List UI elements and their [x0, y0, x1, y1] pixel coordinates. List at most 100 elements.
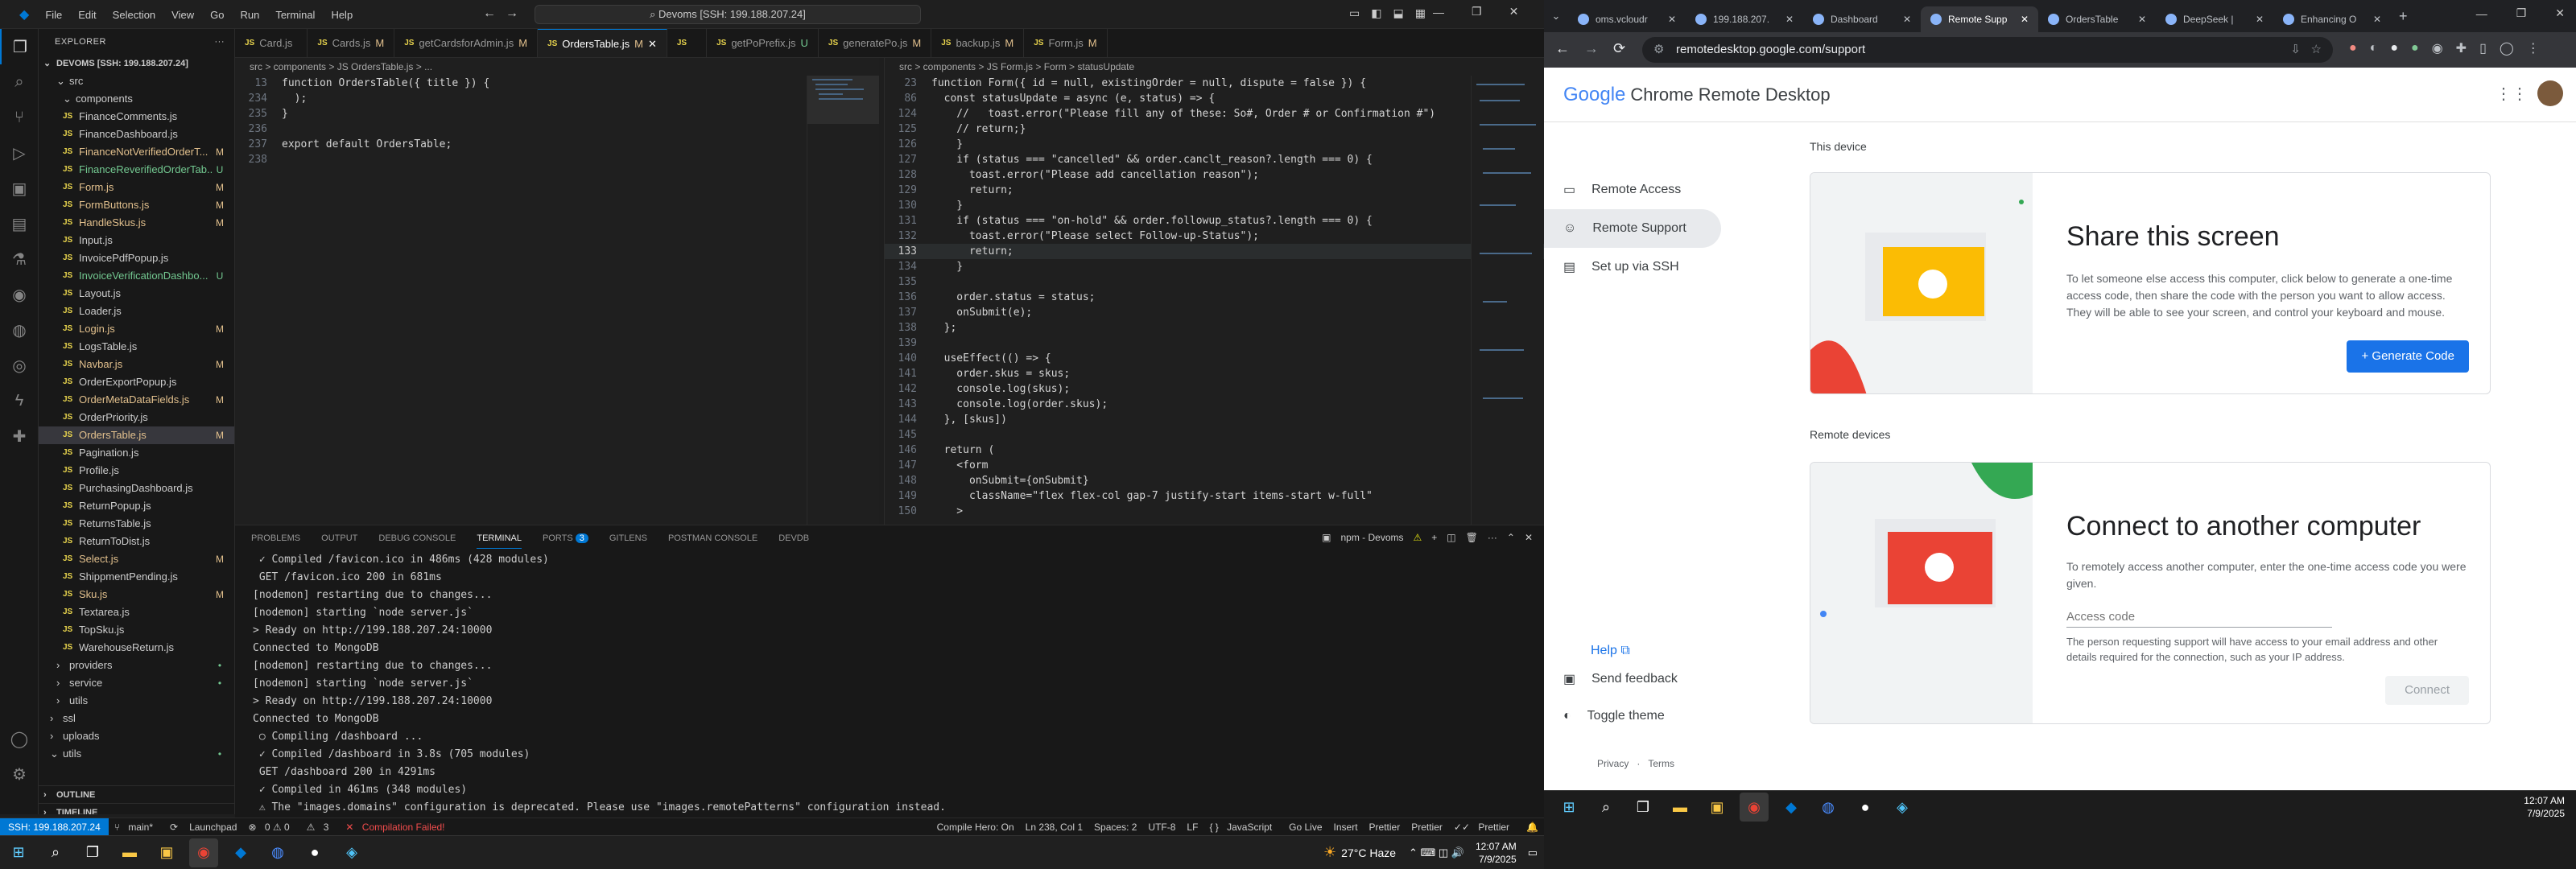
compilation-status[interactable]: ✕ Compilation Failed!: [340, 822, 456, 833]
tray-icons[interactable]: ⌃ ⌨ ◫ 🔊: [1409, 846, 1464, 859]
puzzle-icon[interactable]: ✚: [0, 418, 39, 454]
extension-icon[interactable]: ◉: [2432, 40, 2443, 56]
task-view-icon[interactable]: ❐: [1629, 793, 1657, 822]
search-icon[interactable]: ⌕: [0, 64, 39, 100]
close-tab-icon[interactable]: ✕: [648, 30, 657, 58]
clock-right[interactable]: 12:07 AM 7/9/2025: [2524, 794, 2565, 820]
file-item[interactable]: JS OrdersTable.js M: [39, 426, 234, 444]
menu-view[interactable]: View: [163, 9, 202, 21]
sync-icon[interactable]: ⟳: [164, 822, 184, 833]
breadcrumb[interactable]: src > components > JS Form.js > Form > s…: [885, 58, 1544, 76]
editor-tab[interactable]: JS getPoPrefix.js U: [707, 29, 819, 57]
file-item[interactable]: JS ReturnPopup.js: [39, 497, 234, 515]
close-tab-icon[interactable]: ✕: [1785, 14, 1794, 25]
avatar[interactable]: [2537, 80, 2563, 106]
editor-tab[interactable]: JS Cards.js M: [308, 29, 395, 57]
browser-tab[interactable]: Remote Supp ✕: [1921, 6, 2038, 32]
file-item[interactable]: JS FormButtons.js M: [39, 196, 234, 214]
bell-icon[interactable]: 🔔: [1521, 822, 1544, 833]
nav-setup-ssh[interactable]: ▤ Set up via SSH: [1544, 248, 1721, 286]
folder-item[interactable]: ⌄ src: [39, 72, 234, 90]
file-item[interactable]: JS WarehouseReturn.js: [39, 639, 234, 657]
browser-tab[interactable]: OrdersTable ✕: [2038, 6, 2156, 32]
editor-tab[interactable]: JS OrdersTable.js M ✕: [538, 29, 667, 58]
file-item[interactable]: JS Sku.js M: [39, 586, 234, 603]
editor-tab[interactable]: JS: [667, 29, 708, 57]
profile-icon[interactable]: ◯: [2500, 40, 2514, 56]
nav-remote-support[interactable]: ☺ Remote Support: [1544, 209, 1721, 248]
tab-ports[interactable]: PORTS 3: [543, 533, 588, 543]
folder-item[interactable]: › service •: [39, 674, 234, 692]
close-icon[interactable]: ✕: [2555, 6, 2565, 20]
branch-indicator[interactable]: ⑂ main*: [109, 822, 164, 833]
file-item[interactable]: JS TopSku.js: [39, 621, 234, 639]
prettier-status[interactable]: ✓✓ Prettier: [1448, 822, 1521, 833]
browser-tab[interactable]: DeepSeek | ✕: [2156, 6, 2273, 32]
file-item[interactable]: JS ReturnsTable.js: [39, 515, 234, 533]
privacy-link[interactable]: Privacy: [1597, 758, 1629, 769]
file-item[interactable]: JS Select.js M: [39, 550, 234, 568]
back-icon[interactable]: ←: [1555, 40, 1570, 57]
file-explorer-icon[interactable]: ▬: [1666, 793, 1695, 822]
file-item[interactable]: JS ReturnToDist.js: [39, 533, 234, 550]
problems-indicator[interactable]: ⚠ 3: [301, 822, 341, 833]
file-item[interactable]: JS FinanceDashboard.js: [39, 126, 234, 143]
close-icon[interactable]: ✕: [1509, 5, 1519, 19]
tab-output[interactable]: OUTPUT: [321, 533, 357, 543]
tab-problems[interactable]: PROBLEMS: [251, 533, 300, 543]
remote-explorer-icon[interactable]: ▤: [0, 206, 39, 241]
prettier-status[interactable]: Prettier: [1364, 822, 1406, 833]
forward-arrow-icon[interactable]: →: [506, 6, 518, 21]
folder-item[interactable]: › utils: [39, 692, 234, 710]
close-tab-icon[interactable]: ✕: [2138, 14, 2146, 25]
menu-file[interactable]: File: [37, 9, 70, 21]
outline-section[interactable]: › OUTLINE: [39, 785, 234, 803]
app-icon[interactable]: ●: [300, 838, 329, 867]
task-view-icon[interactable]: ❐: [78, 838, 107, 867]
menu-go[interactable]: Go: [202, 9, 232, 21]
editor-tab[interactable]: JS backup.js M: [931, 29, 1025, 57]
browser-tab[interactable]: Enhancing O ✕: [2273, 6, 2391, 32]
connect-button[interactable]: Connect: [2385, 676, 2469, 705]
app-icon[interactable]: ◈: [1888, 793, 1917, 822]
maximize-icon[interactable]: ❐: [1472, 5, 1482, 19]
apps-grid-icon[interactable]: ⋮⋮: [2496, 84, 2528, 104]
timeline-section[interactable]: › TIMELINE: [39, 803, 234, 814]
account-icon[interactable]: ◯: [0, 721, 39, 756]
tab-search-icon[interactable]: ⌄: [1544, 10, 1568, 23]
app-icon[interactable]: ◈: [337, 838, 366, 867]
file-item[interactable]: JS Form.js M: [39, 179, 234, 196]
file-item[interactable]: JS Input.js: [39, 232, 234, 249]
file-item[interactable]: JS HandleSkus.js M: [39, 214, 234, 232]
browser-tab[interactable]: Dashboard ✕: [1803, 6, 1921, 32]
google-logo[interactable]: Google: [1563, 84, 1625, 106]
menu-help[interactable]: Help: [323, 9, 361, 21]
file-item[interactable]: JS Textarea.js: [39, 603, 234, 621]
file-item[interactable]: JS Pagination.js: [39, 444, 234, 462]
file-item[interactable]: JS OrderPriority.js: [39, 409, 234, 426]
menu-terminal[interactable]: Terminal: [267, 9, 323, 21]
bookmark-star-icon[interactable]: ☆: [2311, 37, 2322, 63]
cursor-position[interactable]: Ln 238, Col 1: [1020, 822, 1088, 833]
folder-item[interactable]: ⌄ components: [39, 90, 234, 108]
editor-tab[interactable]: JS getCardsforAdmin.js M: [394, 29, 539, 57]
file-item[interactable]: JS InvoicePdfPopup.js: [39, 249, 234, 267]
maximize-panel-icon[interactable]: ⌃: [1507, 532, 1515, 543]
new-terminal-icon[interactable]: +: [1431, 532, 1437, 543]
close-panel-icon[interactable]: ✕: [1525, 532, 1533, 543]
site-info-icon[interactable]: ⚙: [1653, 37, 1664, 63]
workspace-root[interactable]: ⌄ DEVOMS [SSH: 199.188.207.24]: [39, 55, 234, 72]
explorer-icon[interactable]: ❐: [0, 29, 39, 64]
file-item[interactable]: JS FinanceReverifiedOrderTab... U: [39, 161, 234, 179]
store-icon[interactable]: ▣: [152, 838, 181, 867]
editor-tab[interactable]: JS Form.js M: [1024, 29, 1108, 57]
errors-indicator[interactable]: ⊗ 0 ⚠ 0: [242, 822, 300, 833]
zoom-icon[interactable]: ◍: [263, 838, 292, 867]
launchpad-button[interactable]: Launchpad: [184, 822, 242, 833]
trash-icon[interactable]: 🗑: [1466, 532, 1478, 543]
layout-customize-icon[interactable]: ▦: [1415, 6, 1426, 20]
close-tab-icon[interactable]: ✕: [2373, 14, 2381, 25]
layout-panel-icon[interactable]: ▭: [1349, 6, 1360, 20]
layout-bottom-icon[interactable]: ⬓: [1393, 6, 1403, 20]
file-item[interactable]: JS PurchasingDashboard.js: [39, 480, 234, 497]
